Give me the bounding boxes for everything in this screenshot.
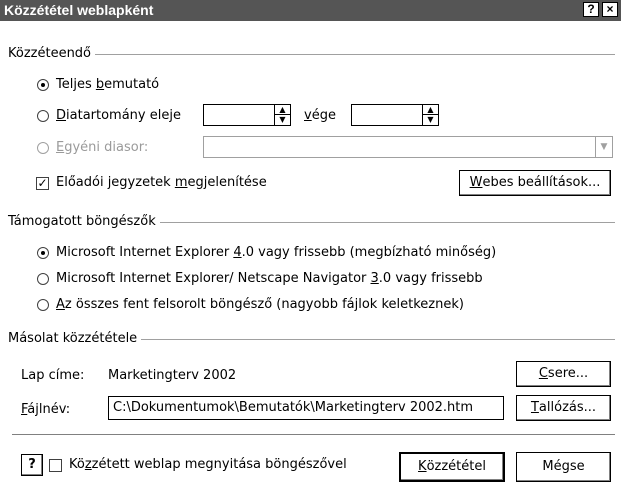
browser-ie3-radio[interactable] xyxy=(37,273,49,285)
publish-group-line xyxy=(12,54,615,56)
spin-down-icon[interactable]: ▼ xyxy=(423,115,438,125)
page-title-label: Lap címe: xyxy=(21,368,85,383)
range-start-field[interactable]: ▲ ▼ xyxy=(203,104,291,126)
custom-show-dropdown[interactable]: ▼ xyxy=(203,136,613,158)
filename-input[interactable]: C:\Dokumentumok\Bemutatók\Marketingterv … xyxy=(108,396,504,420)
custom-show-label: Egyéni diasor: xyxy=(56,140,149,155)
custom-show-radio[interactable] xyxy=(37,142,49,154)
range-end-field[interactable]: ▲ ▼ xyxy=(351,104,439,126)
page-title-value: Marketingterv 2002 xyxy=(108,368,237,383)
speaker-notes-checkbox[interactable]: ✓ xyxy=(36,177,49,190)
dialog-title: Közzététel weblapként xyxy=(4,2,154,18)
speaker-notes-label[interactable]: Előadói jegyzetek megjelenítése xyxy=(56,175,267,190)
range-end-label: vége xyxy=(304,108,336,123)
close-button[interactable]: × xyxy=(602,2,618,17)
open-in-browser-checkbox[interactable] xyxy=(49,459,62,472)
title-bar[interactable]: Közzététel weblapként ? × xyxy=(0,0,621,21)
range-end-spinner[interactable]: ▲ ▼ xyxy=(422,105,438,125)
filename-label: Fájlnév: xyxy=(21,402,71,417)
publish-button[interactable]: Közzététel xyxy=(399,452,505,482)
chevron-down-icon[interactable]: ▼ xyxy=(595,137,612,157)
help-icon[interactable]: ? xyxy=(21,454,43,476)
spin-up-icon[interactable]: ▲ xyxy=(275,105,290,115)
complete-presentation-radio[interactable] xyxy=(37,79,49,91)
cancel-button[interactable]: Mégse xyxy=(516,452,611,482)
complete-presentation-label[interactable]: Teljes bemutató xyxy=(56,77,159,92)
browser-ie4-label[interactable]: Microsoft Internet Explorer 4.0 vagy fri… xyxy=(56,245,496,260)
copy-group-label: Másolat közzététele xyxy=(8,331,142,346)
browser-all-label[interactable]: Az összes fent felsorolt böngésző (nagyo… xyxy=(56,297,464,312)
browsers-group-label: Támogatott böngészők xyxy=(8,214,160,229)
publish-as-webpage-dialog: Közzététel weblapként ? × Közzéteendő Te… xyxy=(0,0,621,495)
open-in-browser-label[interactable]: Közzétett weblap megnyitása böngészővel xyxy=(69,457,347,472)
spin-up-icon[interactable]: ▲ xyxy=(423,105,438,115)
publish-group-label: Közzéteendő xyxy=(8,46,96,61)
range-start-spinner[interactable]: ▲ ▼ xyxy=(274,105,290,125)
browse-button[interactable]: Tallózás... xyxy=(516,395,611,421)
browser-ie4-radio[interactable] xyxy=(37,247,49,259)
browser-all-radio[interactable] xyxy=(37,299,49,311)
spin-down-icon[interactable]: ▼ xyxy=(275,115,290,125)
browser-ie3-label[interactable]: Microsoft Internet Explorer/ Netscape Na… xyxy=(56,271,483,286)
slide-range-radio[interactable] xyxy=(37,110,49,122)
web-options-button[interactable]: Webes beállítások... xyxy=(459,170,611,196)
help-button[interactable]: ? xyxy=(583,2,599,17)
slide-range-label[interactable]: Diatartomány eleje xyxy=(56,108,181,123)
footer-separator xyxy=(12,434,615,436)
change-title-button[interactable]: Csere... xyxy=(516,361,611,387)
filename-value: C:\Dokumentumok\Bemutatók\Marketingterv … xyxy=(113,400,474,415)
